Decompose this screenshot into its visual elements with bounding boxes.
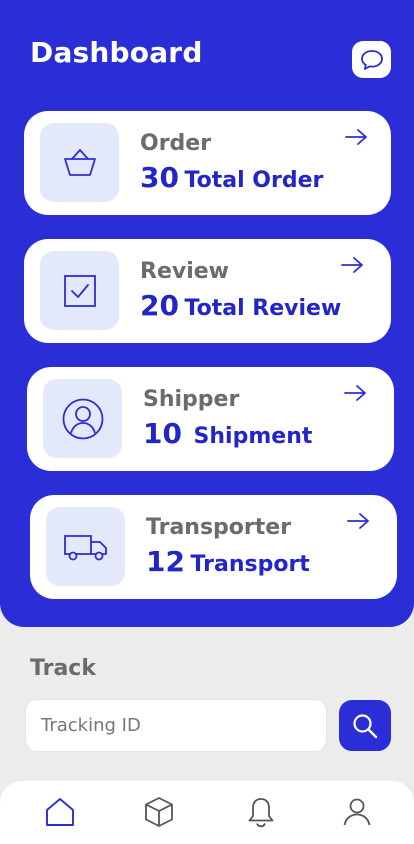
card-unit: Shipment: [193, 424, 313, 449]
card-count: 30: [140, 161, 179, 194]
order-card[interactable]: Order 30 Total Order: [24, 111, 391, 215]
box-icon: [145, 797, 173, 827]
card-label: Order: [140, 131, 212, 156]
arrow-right-icon[interactable]: [346, 511, 372, 531]
bell-icon: [248, 798, 274, 828]
card-value: 20 Total Review: [140, 289, 341, 322]
page-title: Dashboard: [30, 36, 203, 69]
user-circle-icon: [62, 398, 103, 439]
search-icon: [353, 713, 378, 738]
nav-package[interactable]: [142, 795, 176, 829]
nav-notifications[interactable]: [244, 795, 278, 829]
card-value: 10 Shipment: [143, 417, 312, 450]
nav-profile[interactable]: [340, 795, 374, 829]
review-icon-tile: [40, 251, 119, 330]
card-unit: Total Order: [184, 168, 324, 193]
card-label: Review: [140, 259, 229, 284]
arrow-right-icon[interactable]: [343, 383, 369, 403]
order-icon-tile: [40, 123, 119, 202]
card-label: Transporter: [146, 515, 292, 540]
track-title: Track: [30, 656, 96, 681]
shipper-icon-tile: [43, 379, 122, 458]
card-value: 30 Total Order: [140, 161, 323, 194]
transporter-icon-tile: [46, 507, 125, 586]
card-count: 10: [143, 417, 182, 450]
shipper-card[interactable]: Shipper 10 Shipment: [27, 367, 394, 471]
arrow-right-icon[interactable]: [340, 255, 366, 275]
chat-button[interactable]: [352, 41, 391, 78]
truck-icon: [63, 534, 107, 560]
search-button[interactable]: [339, 700, 391, 751]
chat-bubble-icon: [360, 49, 383, 70]
card-count: 12: [146, 545, 185, 578]
tracking-id-input[interactable]: [25, 699, 327, 752]
basket-icon: [63, 148, 96, 176]
dashboard-header: Dashboard Order 30 Total Order Review 20…: [0, 0, 414, 627]
checkbox-icon: [63, 274, 96, 307]
review-card[interactable]: Review 20 Total Review: [24, 239, 391, 343]
card-unit: Transport: [190, 552, 310, 577]
home-icon: [46, 798, 74, 826]
transporter-card[interactable]: Transporter 12 Transport: [30, 495, 397, 599]
card-count: 20: [140, 289, 179, 322]
card-unit: Total Review: [184, 296, 342, 321]
card-label: Shipper: [143, 387, 240, 412]
arrow-right-icon[interactable]: [344, 127, 370, 147]
card-value: 12 Transport: [146, 545, 310, 578]
nav-home[interactable]: [43, 795, 77, 829]
user-icon: [343, 798, 371, 826]
bottom-nav: [0, 781, 414, 844]
